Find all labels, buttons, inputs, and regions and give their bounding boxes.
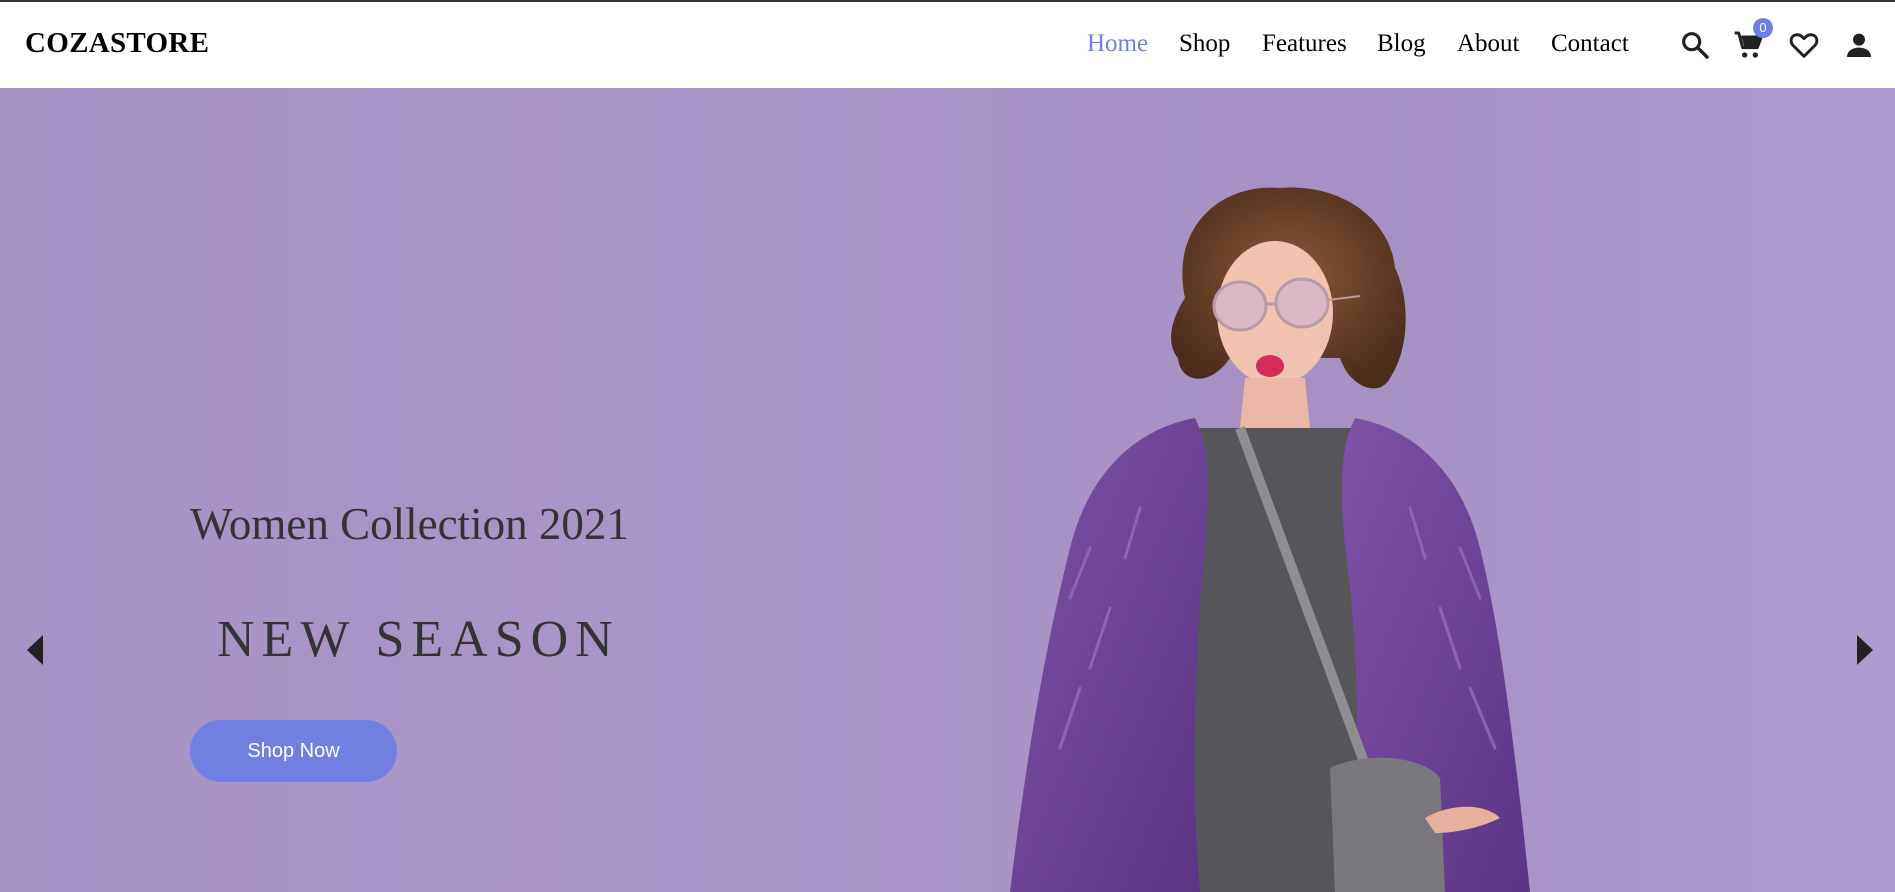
caret-right-icon[interactable]	[1855, 633, 1875, 667]
heart-icon[interactable]	[1788, 29, 1820, 61]
site-header: COZASTORE Home Shop Features Blog About …	[0, 2, 1895, 88]
hero-headline: NEW SEASON	[217, 611, 620, 668]
nav-item-about[interactable]: About	[1457, 30, 1520, 58]
nav-item-home[interactable]: Home	[1087, 30, 1148, 58]
cart-count-badge: 0	[1753, 18, 1773, 38]
nav-item-shop[interactable]: Shop	[1179, 30, 1230, 58]
shop-now-button[interactable]: Shop Now	[190, 720, 397, 782]
search-icon[interactable]	[1679, 29, 1711, 61]
hero-slider: Women Collection 2021 NEW SEASON Shop No…	[0, 88, 1895, 892]
logo[interactable]: COZASTORE	[25, 27, 209, 60]
nav-item-contact[interactable]: Contact	[1551, 30, 1629, 58]
caret-left-icon[interactable]	[25, 633, 45, 667]
nav-item-blog[interactable]: Blog	[1377, 30, 1426, 58]
hero-model-illustration	[1010, 187, 1530, 892]
hero-model-image	[940, 128, 1640, 892]
hero-subtitle: Women Collection 2021	[190, 499, 629, 549]
nav-item-features[interactable]: Features	[1262, 30, 1347, 58]
user-icon[interactable]	[1843, 29, 1875, 61]
